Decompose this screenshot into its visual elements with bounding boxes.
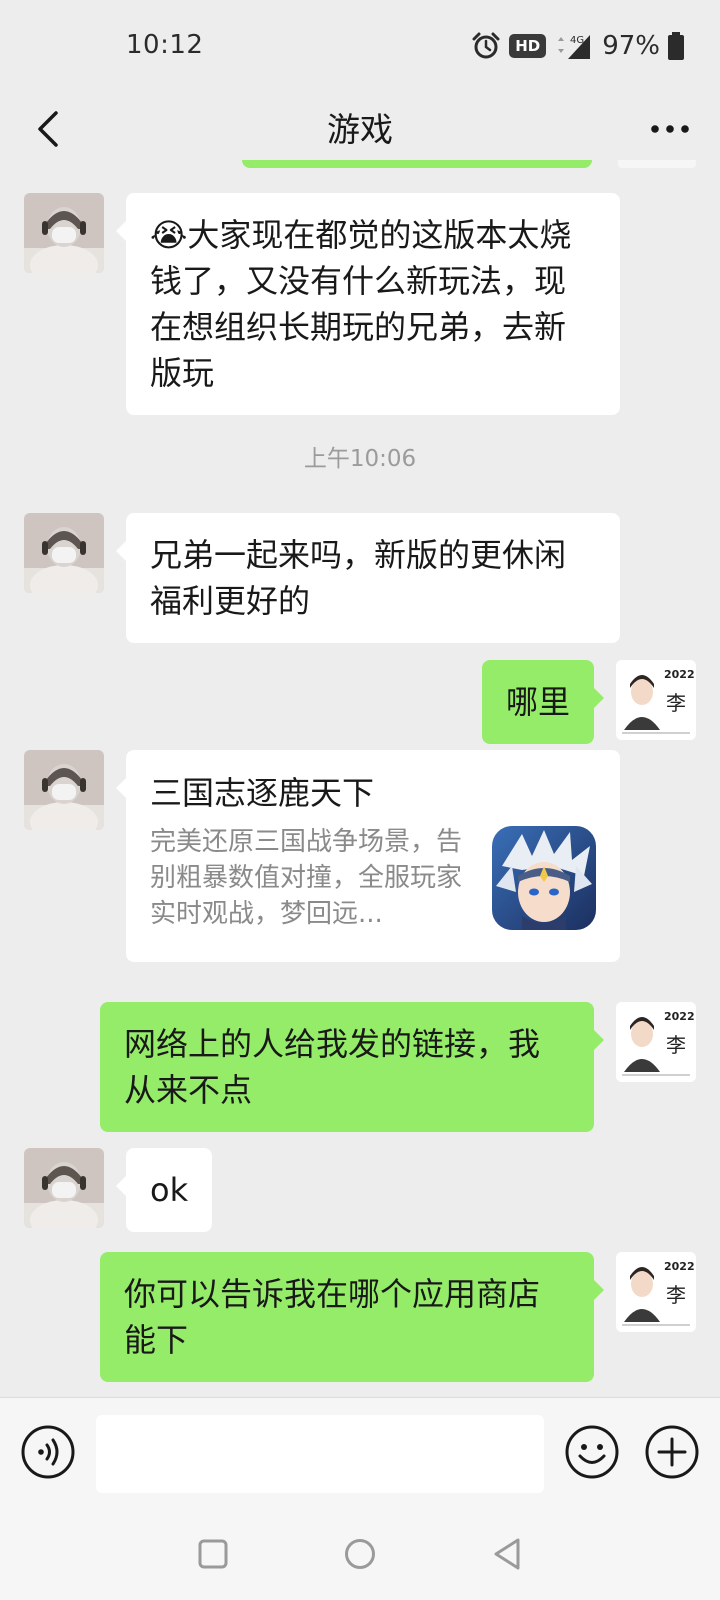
home-icon — [345, 1539, 375, 1569]
contact-avatar-image — [24, 513, 104, 593]
message-text: 你可以告诉我在哪个应用商店能下 — [124, 1275, 541, 1359]
avatar-year: 2022 — [664, 668, 695, 681]
voice-button[interactable] — [20, 1424, 76, 1480]
previous-self-avatar[interactable] — [618, 160, 696, 168]
status-bar: 10:12 HD 4G 97% — [0, 0, 720, 90]
crying-emoji: 😭 — [150, 216, 188, 254]
link-card-thumbnail — [492, 826, 596, 930]
message-text: ok — [150, 1171, 189, 1209]
self-avatar[interactable]: 2022 李 — [616, 1252, 696, 1332]
link-card[interactable]: 三国志逐鹿天下 完美还原三国战争场景，告别粗暴数值对撞，全服玩家实时观战，梦回远… — [116, 750, 620, 962]
chat-header: 游戏 — [0, 90, 720, 170]
home-button[interactable] — [337, 1531, 383, 1577]
message-list[interactable]: 😭大家现在都觉的这版本太烧钱了，又没有什么新玩法，现在想组织长期玩的兄弟，去新版… — [0, 160, 720, 1397]
link-card-title: 三国志逐鹿天下 — [150, 774, 375, 812]
back-triangle-icon — [494, 1538, 520, 1570]
message-bubble[interactable]: 你可以告诉我在哪个应用商店能下 — [100, 1252, 604, 1382]
contact-avatar-image — [24, 193, 104, 273]
alarm-icon — [472, 32, 500, 59]
signal-icon: 4G — [558, 35, 591, 59]
back-nav-button[interactable] — [484, 1531, 530, 1577]
more-button[interactable] — [642, 104, 698, 154]
previous-message-bubble[interactable] — [242, 160, 592, 168]
timestamp: 上午10:06 — [303, 446, 417, 472]
contact-avatar[interactable] — [24, 193, 104, 273]
chat-title: 游戏 — [327, 110, 393, 149]
message-text: 网络上的人给我发的链接，我从来不点 — [124, 1025, 541, 1109]
plus-button[interactable] — [644, 1424, 700, 1480]
message-bubble[interactable]: 😭大家现在都觉的这版本太烧钱了，又没有什么新玩法，现在想组织长期玩的兄弟，去新版… — [116, 193, 620, 415]
self-avatar-image: 2022 李 — [616, 1002, 696, 1082]
link-card-description: 完美还原三国战争场景，告别粗暴数值对撞，全服玩家实时观战，梦回远... — [150, 827, 463, 929]
status-icons: HD 4G 97% — [471, 28, 684, 64]
contact-avatar[interactable] — [24, 1148, 104, 1228]
battery-icon — [668, 32, 684, 60]
avatar-name-char: 李 — [666, 691, 686, 715]
avatar-year: 2022 — [664, 1260, 695, 1273]
recent-apps-button[interactable] — [190, 1531, 236, 1577]
message-bubble[interactable]: 兄弟一起来吗，新版的更休闲福利更好的 — [116, 513, 620, 643]
game-character-thumbnail — [492, 826, 596, 930]
emoji-button[interactable] — [564, 1424, 620, 1480]
plus-icon — [645, 1425, 699, 1479]
contact-avatar[interactable] — [24, 750, 104, 830]
contact-avatar[interactable] — [24, 513, 104, 593]
message-bubble[interactable]: 网络上的人给我发的链接，我从来不点 — [100, 1002, 604, 1132]
avatar-name-char: 李 — [666, 1033, 686, 1057]
hd-badge: HD — [509, 34, 547, 58]
more-dots-icon — [651, 125, 689, 133]
emoji-icon — [565, 1425, 619, 1479]
contact-avatar-image — [24, 750, 104, 830]
self-avatar[interactable]: 2022 李 — [616, 1002, 696, 1082]
system-navigation-bar — [0, 1509, 720, 1600]
message-text: 哪里 — [505, 683, 570, 721]
contact-avatar-image — [24, 1148, 104, 1228]
message-bubble[interactable]: ok — [115, 1148, 213, 1232]
message-text: 兄弟一起来吗，新版的更休闲福利更好的 — [150, 536, 567, 620]
self-avatar-image: 2022 李 — [616, 660, 696, 740]
message-bubble[interactable]: 哪里 — [481, 660, 605, 744]
self-avatar-image: 2022 李 — [616, 1252, 696, 1332]
voice-icon — [21, 1425, 75, 1479]
recent-apps-icon — [198, 1539, 228, 1569]
avatar-name-char: 李 — [666, 1283, 686, 1307]
battery-percent: 97% — [602, 31, 660, 61]
status-time: 10:12 — [126, 30, 204, 60]
message-text: 大家现在都觉的这版本太烧钱了，又没有什么新玩法，现在想组织长期玩的兄弟，去新版玩 — [150, 216, 572, 392]
avatar-year: 2022 — [664, 1010, 695, 1023]
self-avatar[interactable]: 2022 李 — [616, 660, 696, 740]
input-bar — [0, 1397, 720, 1509]
message-input[interactable] — [96, 1415, 544, 1493]
network-label: 4G — [570, 35, 584, 46]
